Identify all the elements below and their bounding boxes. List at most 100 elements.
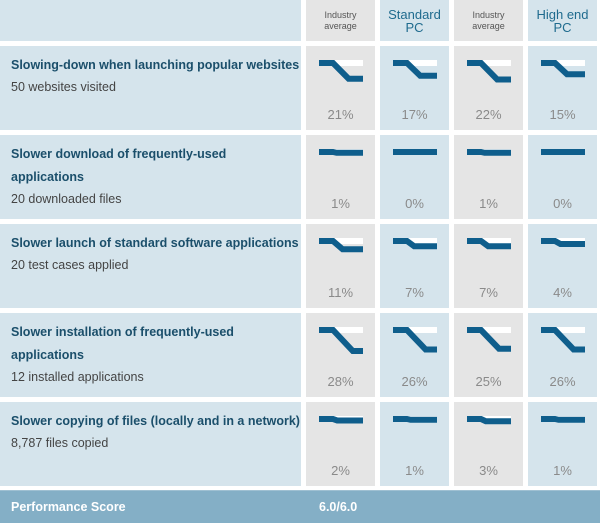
header-label: PC bbox=[553, 19, 572, 35]
slowdown-graph-icon bbox=[466, 60, 511, 83]
slowdown-percentage: 22% bbox=[475, 107, 502, 122]
slowdown-percentage: 15% bbox=[549, 107, 576, 122]
slowdown-graph-icon bbox=[318, 60, 363, 82]
graph-line bbox=[466, 149, 511, 156]
slowdown-graph-icon bbox=[466, 149, 511, 156]
slowdown-percentage: 21% bbox=[327, 107, 354, 122]
result-cell-industry-average: 28% bbox=[306, 313, 375, 397]
graph-line bbox=[466, 416, 511, 425]
slowdown-graph-icon bbox=[392, 238, 437, 250]
test-description: Slower download of frequently-used appli… bbox=[0, 135, 301, 219]
header-high-end-pc: High end PC bbox=[528, 0, 597, 41]
header-industry-average-2: Industry average bbox=[454, 0, 523, 41]
slowdown-percentage: 2% bbox=[331, 463, 350, 478]
table-row: Slower download of frequently-used appli… bbox=[0, 135, 600, 219]
slowdown-percentage: 1% bbox=[405, 463, 424, 478]
test-title: Slowing-down when launching popular webs… bbox=[11, 58, 300, 72]
test-title: Slower installation of frequently-used a… bbox=[11, 325, 234, 362]
performance-table: Industry average Standard PC Industry avera… bbox=[0, 0, 600, 491]
header-standard-pc: Standard PC bbox=[380, 0, 449, 41]
result-cell-high-end-pc: 15% bbox=[528, 46, 597, 130]
header-industry-average-1: Industry average bbox=[306, 0, 375, 41]
test-subtitle: 50 websites visited bbox=[11, 80, 116, 94]
test-description: Slower installation of frequently-used a… bbox=[0, 313, 301, 397]
header-label: average bbox=[324, 20, 357, 31]
slowdown-graph-icon bbox=[392, 416, 437, 423]
table-row: Slower launch of standard software appli… bbox=[0, 224, 600, 308]
result-cell-industry-average: 22% bbox=[454, 46, 523, 130]
test-description: Slower launch of standard software appli… bbox=[0, 224, 301, 308]
table-row: Slower copying of files (locally and in … bbox=[0, 402, 600, 486]
slowdown-percentage: 1% bbox=[479, 196, 498, 211]
table-row: Slowing-down when launching popular webs… bbox=[0, 46, 600, 130]
slowdown-graph-icon bbox=[392, 60, 437, 79]
slowdown-graph-icon bbox=[318, 327, 363, 354]
graph-line bbox=[540, 238, 585, 247]
slowdown-percentage: 1% bbox=[331, 196, 350, 211]
slowdown-percentage: 28% bbox=[327, 374, 354, 389]
slowdown-percentage: 25% bbox=[475, 374, 502, 389]
slowdown-percentage: 11% bbox=[327, 285, 354, 300]
test-title: Slower download of frequently-used appli… bbox=[11, 147, 227, 184]
slowdown-graph-icon bbox=[540, 238, 585, 247]
table-header: Industry average Standard PC Industry avera… bbox=[0, 0, 600, 41]
test-subtitle: 8,787 files copied bbox=[11, 436, 109, 450]
slowdown-percentage: 4% bbox=[553, 285, 572, 300]
slowdown-percentage: 17% bbox=[401, 107, 428, 122]
test-subtitle: 20 downloaded files bbox=[11, 192, 122, 206]
result-cell-high-end-pc: 1% bbox=[528, 402, 597, 486]
result-cell-standard-pc: 1% bbox=[380, 402, 449, 486]
table-row: Slower installation of frequently-used a… bbox=[0, 313, 600, 397]
slowdown-graph-icon bbox=[540, 416, 585, 423]
slowdown-percentage: 7% bbox=[479, 285, 498, 300]
slowdown-graph-icon bbox=[466, 238, 511, 250]
performance-score-label: Performance Score bbox=[11, 500, 126, 514]
result-cell-industry-average: 1% bbox=[306, 135, 375, 219]
slowdown-graph-icon bbox=[392, 327, 437, 353]
slowdown-graph-icon bbox=[318, 416, 363, 424]
test-title: Slower launch of standard software appli… bbox=[11, 236, 299, 250]
header-empty-cell bbox=[0, 0, 301, 41]
slowdown-graph-icon bbox=[540, 60, 585, 78]
slowdown-graph-icon bbox=[392, 149, 437, 155]
result-cell-industry-average: 21% bbox=[306, 46, 375, 130]
result-cell-industry-average: 1% bbox=[454, 135, 523, 219]
graph-line bbox=[318, 327, 363, 354]
slowdown-percentage: 0% bbox=[553, 196, 572, 211]
test-subtitle: 12 installed applications bbox=[11, 370, 144, 384]
result-cell-industry-average: 3% bbox=[454, 402, 523, 486]
header-label: Industry bbox=[472, 9, 505, 20]
slowdown-graph-icon bbox=[540, 149, 585, 155]
test-description: Slowing-down when launching popular webs… bbox=[0, 46, 301, 130]
graph-line bbox=[392, 416, 437, 423]
slowdown-percentage: 26% bbox=[549, 374, 576, 389]
header-label: PC bbox=[405, 19, 424, 35]
result-cell-standard-pc: 0% bbox=[380, 135, 449, 219]
result-cell-standard-pc: 17% bbox=[380, 46, 449, 130]
test-subtitle: 20 test cases applied bbox=[11, 258, 129, 272]
slowdown-graph-icon bbox=[540, 327, 585, 353]
graph-line bbox=[540, 416, 585, 423]
result-cell-high-end-pc: 26% bbox=[528, 313, 597, 397]
result-cell-industry-average: 25% bbox=[454, 313, 523, 397]
result-cell-standard-pc: 7% bbox=[380, 224, 449, 308]
slowdown-graph-icon bbox=[466, 327, 511, 352]
result-cell-high-end-pc: 4% bbox=[528, 224, 597, 308]
slowdown-graph-icon bbox=[466, 416, 511, 425]
slowdown-percentage: 0% bbox=[405, 196, 424, 211]
result-cell-standard-pc: 26% bbox=[380, 313, 449, 397]
performance-score-value: 6.0/6.0 bbox=[319, 500, 358, 514]
result-cell-industry-average: 2% bbox=[306, 402, 375, 486]
graph-line bbox=[318, 149, 363, 156]
test-description: Slower copying of files (locally and in … bbox=[0, 402, 301, 486]
performance-score-bar: Performance Score 6.0/6.0 bbox=[0, 490, 600, 523]
slowdown-graph-icon bbox=[318, 238, 363, 253]
slowdown-percentage: 3% bbox=[479, 463, 498, 478]
slowdown-percentage: 1% bbox=[553, 463, 572, 478]
header-label: average bbox=[472, 20, 505, 31]
result-cell-industry-average: 11% bbox=[306, 224, 375, 308]
test-title: Slower copying of files (locally and in … bbox=[11, 414, 300, 428]
result-cell-industry-average: 7% bbox=[454, 224, 523, 308]
graph-line bbox=[318, 416, 363, 424]
slowdown-percentage: 7% bbox=[405, 285, 424, 300]
